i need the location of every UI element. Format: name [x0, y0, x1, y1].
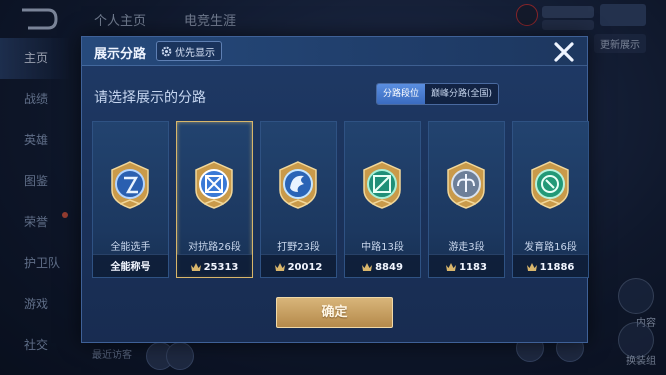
lane-cards: 全能选手 全能称号 对抗路26段 25313 打野23段 20012 中路13段 8849 游走…: [92, 121, 589, 278]
close-icon[interactable]: [551, 39, 577, 65]
lane-card-value: 全能称号: [110, 262, 151, 273]
lane-card-value: 25313: [177, 262, 252, 273]
lane-card[interactable]: 中路13段 8849: [344, 121, 421, 278]
lane-card-value: 20012: [261, 262, 336, 273]
lane-card[interactable]: 游走3段 1183: [428, 121, 505, 278]
crown-icon: [190, 263, 201, 271]
priority-display-button[interactable]: 优先显示: [156, 41, 222, 61]
lane-card-name: 打野23段: [277, 242, 320, 253]
lane-card-value: 8849: [345, 262, 420, 273]
rank-mode-toggle: 分路段位 巅峰分路(全国): [376, 83, 500, 105]
crown-icon: [526, 263, 537, 271]
lane-card[interactable]: 打野23段 20012: [260, 121, 337, 278]
crown-icon: [446, 263, 457, 271]
lane-card-name: 发育路16段: [524, 242, 577, 253]
lane-card[interactable]: 全能选手 全能称号: [92, 121, 169, 278]
roam-badge-icon: [447, 161, 485, 209]
crown-icon: [362, 263, 373, 271]
farm-lane-badge-icon: [531, 161, 569, 209]
dialog-prompt: 请选择展示的分路: [94, 90, 206, 106]
gear-icon: [161, 46, 172, 56]
lane-card-value: 11886: [513, 262, 588, 273]
lane-card-name: 中路13段: [361, 242, 404, 253]
dialog-title: 展示分路: [94, 47, 147, 62]
priority-label: 优先显示: [175, 47, 215, 59]
clash-lane-badge-icon: [195, 161, 233, 209]
dialog-header: 展示分路 优先显示: [82, 37, 587, 66]
crown-icon: [274, 263, 285, 271]
lane-card-name: 游走3段: [448, 242, 485, 253]
jungle-badge-icon: [279, 161, 317, 209]
confirm-button[interactable]: 确定: [276, 297, 393, 328]
lane-card[interactable]: 发育路16段 11886: [512, 121, 589, 278]
lane-card-value: 1183: [429, 262, 504, 273]
lane-card-name: 对抗路26段: [188, 242, 241, 253]
all-round-badge-icon: [111, 161, 149, 209]
lane-display-dialog: 展示分路 优先显示 请选择展示的分路 分路段位 巅峰分路(全国) 全能选手全能称…: [81, 36, 589, 343]
toggle-lane-rank[interactable]: 分路段位: [377, 84, 426, 104]
mid-lane-badge-icon: [363, 161, 401, 209]
lane-card-name: 全能选手: [110, 242, 151, 253]
lane-card[interactable]: 对抗路26段 25313: [176, 121, 253, 278]
toggle-peak-lane[interactable]: 巅峰分路(全国): [425, 84, 499, 104]
